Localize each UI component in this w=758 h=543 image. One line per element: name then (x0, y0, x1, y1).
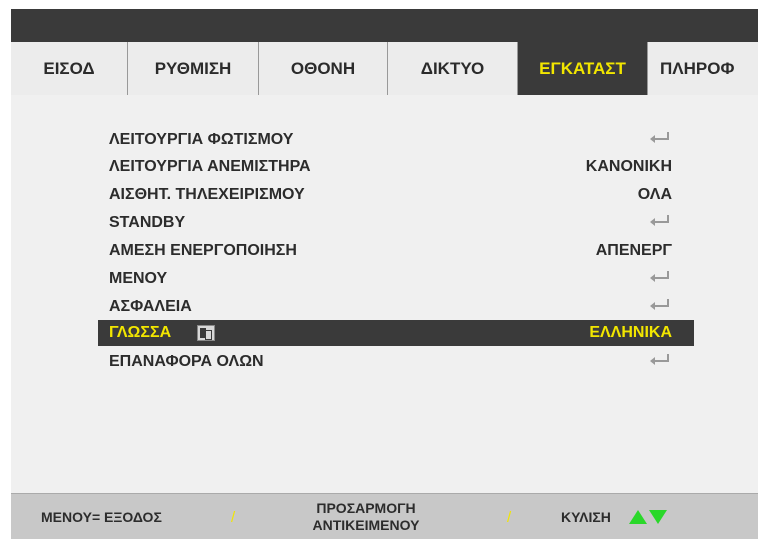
menu-item-label: ΛΕΙΤΟΥΡΓΙΑ ΑΝΕΜΙΣΤΗΡΑ (109, 158, 311, 175)
menu-item-label: ΓΛΩΣΣΑ (109, 324, 172, 341)
footer-adjust-hint: ΠΡΟΣΑΡΜΟΓΗ ΑΝΤΙΚΕΙΜΕΝΟΥ (296, 494, 436, 539)
tab-othoni[interactable]: ΟΘΟΝΗ (259, 42, 388, 95)
arrow-down-icon (648, 510, 667, 524)
tab-pliroф[interactable]: ΠΛΗΡΟΦ (648, 42, 758, 95)
menu-item-label: ΛΕΙΤΟΥΡΓΙΑ ΦΩΤΙΣΜΟΥ (109, 131, 294, 148)
footer-separator: / (507, 508, 512, 526)
footer-exit-hint: ΜΕΝΟΥ= ΕΞΟΔΟΣ (41, 509, 162, 525)
language-icon (197, 325, 216, 341)
footer-help-bar: ΜΕΝΟΥ= ΕΞΟΔΟΣ / ΠΡΟΣΑΡΜΟΓΗ ΑΝΤΙΚΕΙΜΕΝΟΥ … (11, 493, 758, 539)
enter-icon (646, 213, 694, 234)
arrow-up-icon (628, 510, 647, 524)
enter-icon (646, 269, 694, 290)
enter-icon (646, 297, 694, 318)
settings-menu: ΛΕΙΤΟΥΡΓΙΑ ΦΩΤΙΣΜΟΥ ΛΕΙΤΟΥΡΓΙΑ ΑΝΕΜΙΣΤΗΡ… (11, 95, 758, 493)
footer-adjust-line1: ΠΡΟΣΑΡΜΟΓΗ (316, 500, 416, 516)
tab-diktyo[interactable]: ΔΙΚΤΥΟ (388, 42, 518, 95)
menu-item-label: ΜΕΝΟΥ (109, 270, 168, 287)
enter-icon (646, 352, 694, 373)
tab-rythmisi[interactable]: ΡΥΘΜΙΣΗ (128, 42, 259, 95)
menu-item-value: ΟΛΑ (637, 186, 672, 203)
footer-separator: / (231, 508, 236, 526)
footer-scroll-label: ΚΥΛΙΣΗ (561, 509, 611, 525)
menu-item-label: ΑΙΣΘΗΤ. ΤΗΛΕΧΕΙΡΙΣΜΟΥ (109, 186, 305, 203)
tab-egkatast[interactable]: ΕΓΚΑΤΑΣΤ (518, 42, 648, 95)
tab-eisod[interactable]: ΕΙΣΟΔ (11, 42, 128, 95)
menu-item-label: STANDBY (109, 214, 186, 231)
menu-item-value: ΑΠΕΝΕΡΓ (595, 242, 672, 259)
menu-item-label: ΕΠΑΝΑΦΟΡΑ ΟΛΩΝ (109, 353, 264, 370)
menu-item-value: ΕΛΛΗΝΙΚΑ (589, 324, 672, 341)
enter-icon (646, 130, 694, 151)
menu-item-standby[interactable]: STANDBY (98, 210, 694, 236)
menu-item-value: ΚΑΝΟΝΙΚΗ (585, 158, 672, 175)
menu-item-label: ΑΣΦΑΛΕΙΑ (109, 298, 192, 315)
menu-item-menu[interactable]: ΜΕΝΟΥ (98, 266, 694, 292)
menu-item-security[interactable]: ΑΣΦΑΛΕΙΑ (98, 294, 694, 320)
top-bar (11, 9, 758, 42)
tab-bar: ΕΙΣΟΔ ΡΥΘΜΙΣΗ ΟΘΟΝΗ ΔΙΚΤΥΟ ΕΓΚΑΤΑΣΤ ΠΛΗΡ… (11, 42, 758, 96)
footer-adjust-line2: ΑΝΤΙΚΕΙΜΕΝΟΥ (312, 517, 420, 533)
menu-item-direct-power-on[interactable]: ΑΜΕΣΗ ΕΝΕΡΓΟΠΟΙΗΣΗ ΑΠΕΝΕΡΓ (98, 238, 694, 264)
osd-menu-frame: ΕΙΣΟΔ ΡΥΘΜΙΣΗ ΟΘΟΝΗ ΔΙΚΤΥΟ ΕΓΚΑΤΑΣΤ ΠΛΗΡ… (11, 9, 758, 539)
menu-item-lamp-mode[interactable]: ΛΕΙΤΟΥΡΓΙΑ ΦΩΤΙΣΜΟΥ (98, 127, 694, 153)
menu-item-language[interactable]: ΓΛΩΣΣΑ ΕΛΛΗΝΙΚΑ (98, 320, 694, 346)
footer-scroll-hint: ΚΥΛΙΣΗ (561, 494, 667, 539)
menu-item-fan-mode[interactable]: ΛΕΙΤΟΥΡΓΙΑ ΑΝΕΜΙΣΤΗΡΑ ΚΑΝΟΝΙΚΗ (98, 154, 694, 180)
menu-item-label: ΑΜΕΣΗ ΕΝΕΡΓΟΠΟΙΗΣΗ (109, 242, 297, 259)
menu-item-reset-all[interactable]: ΕΠΑΝΑΦΟΡΑ ΟΛΩΝ (98, 349, 694, 375)
menu-item-remote-sensor[interactable]: ΑΙΣΘΗΤ. ΤΗΛΕΧΕΙΡΙΣΜΟΥ ΟΛΑ (98, 182, 694, 208)
